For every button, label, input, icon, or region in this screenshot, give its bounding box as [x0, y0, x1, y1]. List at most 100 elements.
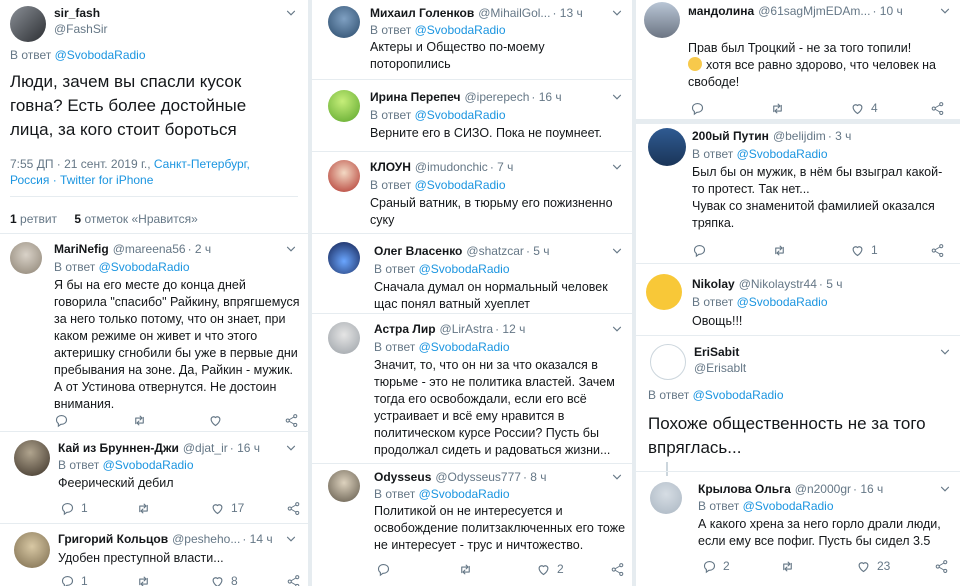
avatar[interactable]	[14, 440, 50, 476]
user-handle[interactable]: @61sagMjmEDAm...	[758, 4, 870, 18]
chevron-down-icon[interactable]	[610, 470, 624, 484]
chevron-down-icon[interactable]	[610, 90, 624, 104]
reply-tweet[interactable]: Григорий Кольцов @pesheho... · 14 ч Удобен…	[0, 524, 308, 586]
retweet-button[interactable]	[458, 561, 473, 577]
share-button[interactable]	[930, 100, 945, 116]
user-handle[interactable]: @LirAstra	[440, 322, 494, 336]
retweet-button[interactable]	[780, 558, 795, 574]
like-button[interactable]: 17	[210, 500, 244, 516]
tweet-time[interactable]: · 5 ч	[819, 277, 843, 291]
tweet-time[interactable]: · 14 ч	[242, 532, 272, 546]
user-name[interactable]: Ирина Перепеч	[370, 90, 460, 104]
chevron-down-icon[interactable]	[610, 244, 624, 258]
user-name[interactable]: Odysseus	[374, 470, 431, 484]
reply-tweet[interactable]: 200ый Путин @belijdim · 3 ч В ответ @Svobo…	[636, 124, 960, 264]
user-name[interactable]: Nikolay	[692, 277, 735, 291]
mention-link[interactable]: @SvobodaRadio	[103, 458, 194, 472]
like-button[interactable]: 1	[850, 242, 878, 258]
reply-button[interactable]	[692, 242, 707, 258]
tweet-time[interactable]: · 16 ч	[230, 441, 260, 455]
reply-button[interactable]	[690, 100, 705, 116]
chevron-down-icon[interactable]	[938, 345, 952, 359]
like-button[interactable]: 23	[856, 558, 890, 574]
avatar[interactable]	[10, 6, 46, 42]
chevron-down-icon[interactable]	[284, 242, 298, 256]
user-handle[interactable]: @imudonchic	[415, 160, 488, 174]
tweet-time[interactable]: 7:55 ДП · 21 сент. 2019 г.,	[10, 157, 151, 171]
user-name[interactable]: Крылова Ольга	[698, 482, 791, 496]
user-name[interactable]: Кай из Бруннен-Джи	[58, 441, 179, 455]
chevron-down-icon[interactable]	[284, 441, 298, 455]
user-handle[interactable]: @shatzcar	[466, 244, 524, 258]
chevron-down-icon[interactable]	[610, 6, 624, 20]
reply-tweet[interactable]: Кай из Бруннен-Джи @djat_ir · 16 ч В ответ…	[0, 432, 308, 524]
retweet-button[interactable]	[772, 242, 787, 258]
avatar[interactable]	[328, 90, 360, 122]
user-name[interactable]: MariNefig	[54, 242, 109, 256]
reply-button[interactable]: 2	[702, 558, 730, 574]
share-button[interactable]	[286, 500, 301, 516]
avatar[interactable]	[650, 482, 682, 514]
user-name[interactable]: Олег Власенко	[374, 244, 462, 258]
share-button[interactable]	[284, 412, 299, 428]
share-button[interactable]	[930, 242, 945, 258]
user-handle[interactable]: @Erisablt	[694, 361, 746, 375]
chevron-down-icon[interactable]	[938, 4, 952, 18]
tweet-time[interactable]: · 3 ч	[828, 129, 852, 143]
mention-link[interactable]: @SvobodaRadio	[415, 23, 506, 37]
reply-tweet[interactable]: КЛОУН @imudonchic · 7 ч В ответ @SvobodaRa…	[312, 152, 632, 234]
avatar[interactable]	[650, 344, 686, 380]
share-button[interactable]	[286, 573, 301, 586]
avatar[interactable]	[646, 274, 682, 310]
avatar[interactable]	[328, 470, 360, 502]
user-handle[interactable]: @belijdim	[773, 129, 826, 143]
mention-link[interactable]: @SvobodaRadio	[419, 262, 510, 276]
avatar[interactable]	[10, 242, 42, 274]
reply-tweet[interactable]: Михаил Голенков @MihailGol... · 13 ч В отв…	[312, 0, 632, 80]
like-label[interactable]: отметок «Нравится»	[84, 212, 197, 226]
user-name[interactable]: КЛОУН	[370, 160, 411, 174]
user-handle[interactable]: @Odysseus777	[435, 470, 521, 484]
user-handle[interactable]: @iperepech	[464, 90, 529, 104]
tweet-time[interactable]: · 16 ч	[853, 482, 883, 496]
user-handle[interactable]: @FashSir	[54, 22, 108, 36]
reply-tweet[interactable]: мандолина @61sagMjmEDAm... · 10 ч Прав был…	[636, 0, 960, 120]
reply-button[interactable]: 1	[60, 500, 88, 516]
chevron-down-icon[interactable]	[610, 322, 624, 336]
tweet-time[interactable]: · 10 ч	[872, 4, 902, 18]
like-button[interactable]: 4	[850, 100, 878, 116]
mention-link[interactable]: @SvobodaRadio	[419, 487, 510, 501]
reply-tweet[interactable]: Ирина Перепеч @iperepech · 16 ч В ответ @S…	[312, 80, 632, 152]
user-handle[interactable]: @Nikolaystr44	[739, 277, 817, 291]
user-handle[interactable]: @djat_ir	[183, 441, 228, 455]
share-button[interactable]	[610, 561, 625, 577]
chevron-down-icon[interactable]	[284, 532, 298, 546]
mention-link[interactable]: @SvobodaRadio	[415, 108, 506, 122]
reply-tweet[interactable]: Nikolay @Nikolaystr44 · 5 ч В ответ @Svobo…	[636, 264, 960, 336]
retweet-button[interactable]	[136, 500, 151, 516]
user-name[interactable]: Астра Лир	[374, 322, 436, 336]
avatar[interactable]	[648, 128, 686, 166]
like-button[interactable]: 8	[210, 573, 238, 586]
retweet-button[interactable]	[132, 412, 147, 428]
avatar[interactable]	[328, 322, 360, 354]
user-handle[interactable]: @pesheho...	[172, 532, 240, 546]
reply-tweet[interactable]: Астра Лир @LirAstra · 12 ч В ответ @Svobod…	[312, 314, 632, 464]
reply-tweet[interactable]: Олег Власенко @shatzcar · 5 ч В ответ @Svo…	[312, 234, 632, 314]
tweet-time[interactable]: · 8 ч	[523, 470, 547, 484]
mention-link[interactable]: @SvobodaRadio	[415, 178, 506, 192]
like-button[interactable]: 2	[536, 561, 564, 577]
tweet-time[interactable]: · 13 ч	[552, 6, 582, 20]
reply-button[interactable]	[54, 412, 69, 428]
tweet-time[interactable]: · 7 ч	[490, 160, 514, 174]
avatar[interactable]	[644, 2, 680, 38]
reply-tweet[interactable]: EriSabit @Erisablt В ответ @SvobodaRadio…	[636, 336, 960, 586]
user-name[interactable]: мандолина	[688, 4, 754, 18]
chevron-down-icon[interactable]	[284, 6, 298, 20]
like-button[interactable]	[208, 412, 223, 428]
user-name[interactable]: EriSabit	[694, 345, 739, 359]
tweet-time[interactable]: · 12 ч	[495, 322, 525, 336]
user-handle[interactable]: @MihailGol...	[478, 6, 550, 20]
reply-button[interactable]: 1	[60, 573, 88, 586]
avatar[interactable]	[14, 532, 50, 568]
